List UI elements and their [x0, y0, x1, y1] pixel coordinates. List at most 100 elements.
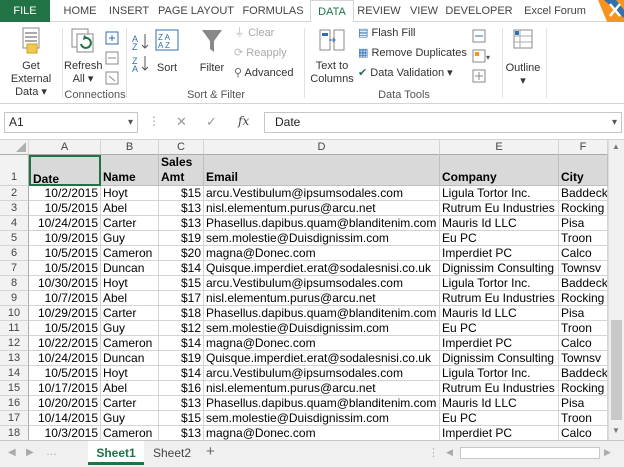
- cell-city[interactable]: Baddeck: [559, 186, 608, 201]
- data-validation-button[interactable]: ✔ Data Validation ▾: [358, 64, 453, 82]
- cell-city[interactable]: Townsv: [559, 261, 608, 276]
- cell-name[interactable]: Hoyt: [101, 186, 159, 201]
- cell-sales-amt[interactable]: $20: [159, 246, 204, 261]
- cell-company[interactable]: Ligula Tortor Inc.: [440, 186, 559, 201]
- cell-company[interactable]: Dignissim Consulting: [440, 261, 559, 276]
- cell-email[interactable]: magna@Donec.com: [204, 336, 440, 351]
- column-header-d[interactable]: D: [204, 140, 440, 155]
- cell-sales-amt[interactable]: $18: [159, 306, 204, 321]
- tab-data[interactable]: DATA: [310, 0, 354, 23]
- row-header[interactable]: 4: [0, 216, 29, 231]
- tab-formulas[interactable]: FORMULAS: [238, 0, 308, 22]
- name-box-dropdown-icon[interactable]: ▾: [128, 113, 133, 132]
- row-header[interactable]: 6: [0, 246, 29, 261]
- header-cell-name[interactable]: Name: [101, 155, 159, 186]
- cell-name[interactable]: Guy: [101, 231, 159, 246]
- cell-company[interactable]: Imperdiet PC: [440, 336, 559, 351]
- scroll-thumb[interactable]: [611, 320, 622, 420]
- cell-sales-amt[interactable]: $13: [159, 201, 204, 216]
- cell-date[interactable]: 10/5/2015: [29, 366, 101, 381]
- cell-name[interactable]: Cameron: [101, 336, 159, 351]
- cell-city[interactable]: Baddeck: [559, 276, 608, 291]
- select-all-corner[interactable]: [0, 140, 29, 155]
- reapply-button[interactable]: ⟳ Reapply: [234, 44, 287, 62]
- cell-company[interactable]: Imperdiet PC: [440, 426, 559, 440]
- cell-date[interactable]: 10/17/2015: [29, 381, 101, 396]
- cell-date[interactable]: 10/3/2015: [29, 426, 101, 440]
- row-header[interactable]: 9: [0, 291, 29, 306]
- cell-city[interactable]: Townsv: [559, 351, 608, 366]
- hscroll-left-icon[interactable]: ◀: [446, 447, 453, 458]
- cell-date[interactable]: 10/7/2015: [29, 291, 101, 306]
- cell-sales-amt[interactable]: $14: [159, 336, 204, 351]
- filter-button[interactable]: Filter: [194, 26, 230, 75]
- cell-company[interactable]: Rutrum Eu Industries: [440, 291, 559, 306]
- clear-filter-button[interactable]: ⏚ Clear: [234, 24, 274, 42]
- worksheet-grid[interactable]: A B C D E F 1 Date Name Sales Amt Email …: [0, 140, 608, 440]
- tab-developer[interactable]: DEVELOPER: [444, 0, 514, 22]
- cell-name[interactable]: Carter: [101, 306, 159, 321]
- cell-email[interactable]: nisl.elementum.purus@arcu.net: [204, 291, 440, 306]
- cell-sales-amt[interactable]: $15: [159, 186, 204, 201]
- cell-sales-amt[interactable]: $13: [159, 396, 204, 411]
- cell-company[interactable]: Eu PC: [440, 411, 559, 426]
- cell-date[interactable]: 10/5/2015: [29, 261, 101, 276]
- cell-sales-amt[interactable]: $19: [159, 351, 204, 366]
- cell-name[interactable]: Abel: [101, 201, 159, 216]
- add-sheet-icon[interactable]: +: [206, 443, 215, 460]
- cell-email[interactable]: Phasellus.dapibus.quam@blanditenim.com: [204, 396, 440, 411]
- row-header[interactable]: 10: [0, 306, 29, 321]
- cell-city[interactable]: Pisa: [559, 216, 608, 231]
- cell-name[interactable]: Abel: [101, 291, 159, 306]
- row-header[interactable]: 3: [0, 201, 29, 216]
- row-header[interactable]: 16: [0, 396, 29, 411]
- cell-name[interactable]: Carter: [101, 396, 159, 411]
- cell-company[interactable]: Ligula Tortor Inc.: [440, 276, 559, 291]
- tab-page-layout[interactable]: PAGE LAYOUT: [154, 0, 238, 22]
- cell-city[interactable]: Troon: [559, 411, 608, 426]
- row-header[interactable]: 13: [0, 351, 29, 366]
- cell-company[interactable]: Eu PC: [440, 321, 559, 336]
- cell-date[interactable]: 10/24/2015: [29, 216, 101, 231]
- text-to-columns-button[interactable]: Text to Columns: [308, 26, 356, 86]
- row-header[interactable]: 1: [0, 155, 29, 186]
- cell-date[interactable]: 10/9/2015: [29, 231, 101, 246]
- column-header-c[interactable]: C: [159, 140, 204, 155]
- cell-date[interactable]: 10/30/2015: [29, 276, 101, 291]
- scroll-up-icon[interactable]: ▲: [612, 142, 620, 151]
- cell-date[interactable]: 10/5/2015: [29, 246, 101, 261]
- cell-email[interactable]: Phasellus.dapibus.quam@blanditenim.com: [204, 306, 440, 321]
- cell-email[interactable]: Phasellus.dapibus.quam@blanditenim.com: [204, 216, 440, 231]
- cell-city[interactable]: Troon: [559, 231, 608, 246]
- cell-city[interactable]: Rocking: [559, 201, 608, 216]
- cell-city[interactable]: Calco: [559, 426, 608, 440]
- cell-company[interactable]: Dignissim Consulting: [440, 351, 559, 366]
- cell-date[interactable]: 10/2/2015: [29, 186, 101, 201]
- cell-sales-amt[interactable]: $17: [159, 291, 204, 306]
- row-header[interactable]: 8: [0, 276, 29, 291]
- cell-city[interactable]: Troon: [559, 321, 608, 336]
- cell-company[interactable]: Imperdiet PC: [440, 246, 559, 261]
- sheet-bar-splitter-icon[interactable]: ⋮: [428, 446, 439, 459]
- cell-city[interactable]: Pisa: [559, 396, 608, 411]
- formula-input[interactable]: Date ▾: [264, 112, 622, 133]
- cell-sales-amt[interactable]: $14: [159, 366, 204, 381]
- cell-email[interactable]: nisl.elementum.purus@arcu.net: [204, 201, 440, 216]
- column-header-b[interactable]: B: [101, 140, 159, 155]
- refresh-all-button[interactable]: Refresh All ▾: [64, 26, 103, 86]
- vertical-scrollbar[interactable]: ▲ ▼: [608, 140, 624, 440]
- get-external-data-button[interactable]: Get External Data ▾: [2, 26, 60, 99]
- cell-email[interactable]: sem.molestie@Duisdignissim.com: [204, 231, 440, 246]
- cell-city[interactable]: Pisa: [559, 306, 608, 321]
- cell-company[interactable]: Mauris Id LLC: [440, 396, 559, 411]
- advanced-filter-button[interactable]: ⚲ Advanced: [234, 64, 293, 82]
- sheet-scroll-right-icon[interactable]: ▶: [26, 447, 34, 458]
- outline-button[interactable]: Outline ▾: [504, 26, 542, 88]
- header-cell-city[interactable]: City: [559, 155, 608, 186]
- remove-duplicates-button[interactable]: ▦ Remove Duplicates: [358, 44, 467, 62]
- cell-name[interactable]: Hoyt: [101, 276, 159, 291]
- sheet-scroll-left-icon[interactable]: ◀: [8, 447, 16, 458]
- cell-date[interactable]: 10/14/2015: [29, 411, 101, 426]
- cell-email[interactable]: sem.molestie@Duisdignissim.com: [204, 321, 440, 336]
- cell-sales-amt[interactable]: $15: [159, 276, 204, 291]
